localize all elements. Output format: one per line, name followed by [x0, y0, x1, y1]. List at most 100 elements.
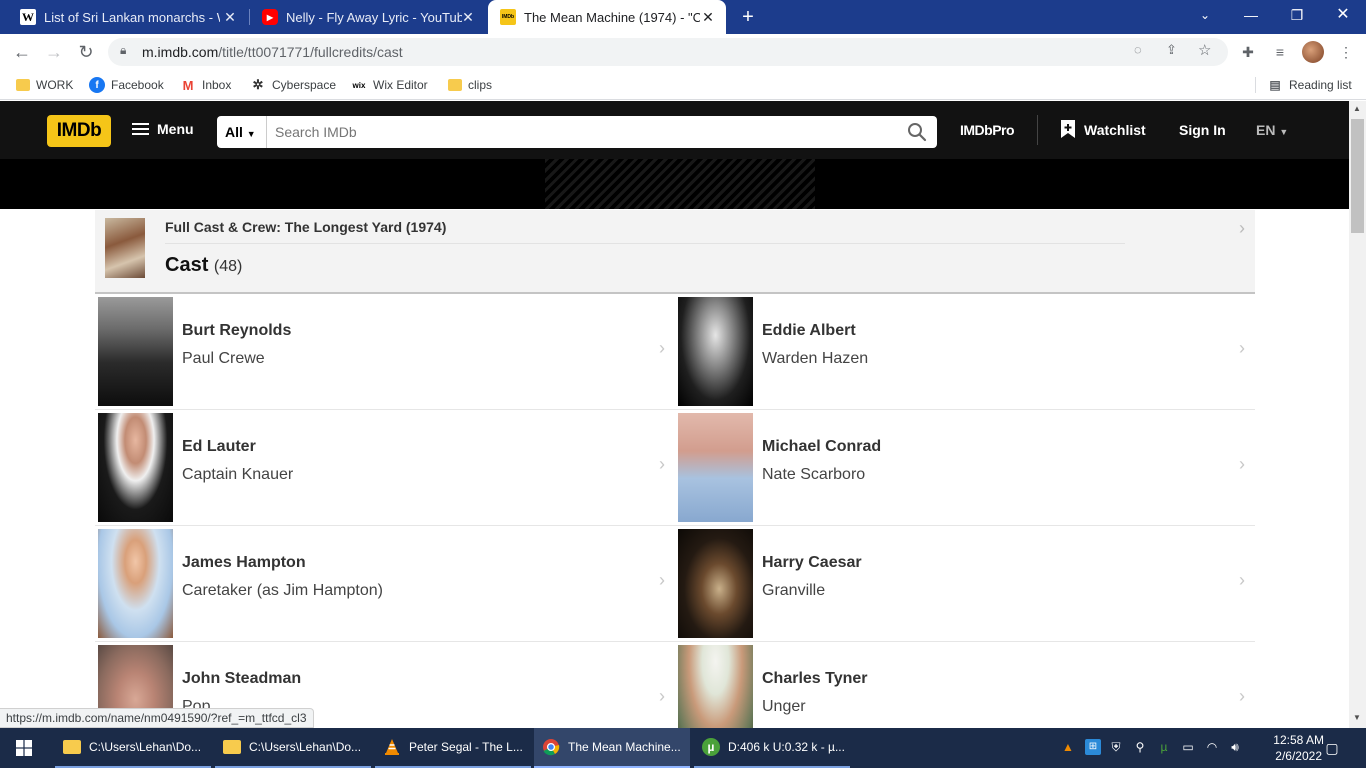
tracking-eye-icon[interactable]: ◌ — [1134, 42, 1142, 57]
usb-tray-icon[interactable]: ⚲ — [1132, 739, 1148, 755]
close-icon[interactable]: ✕ — [222, 9, 238, 25]
sign-in-link[interactable]: Sign In — [1179, 122, 1226, 138]
lock-icon[interactable]: 🔒︎ — [120, 43, 126, 58]
bookmark-work[interactable]: WORK — [16, 76, 73, 94]
character-name: Nate Scarboro — [762, 466, 866, 483]
start-button[interactable] — [0, 728, 48, 768]
tab-title: Nelly - Fly Away Lyric - YouTube — [286, 9, 462, 25]
tab-wikipedia[interactable]: W List of Sri Lankan monarchs - Wik ✕ — [8, 0, 248, 34]
search-input[interactable] — [267, 116, 897, 148]
actor-name: Michael Conrad — [762, 438, 882, 455]
profile-avatar[interactable] — [1302, 41, 1324, 63]
actor-photo — [678, 297, 753, 406]
status-url-tooltip: https://m.imdb.com/name/nm0491590/?ref_=… — [0, 708, 314, 728]
scroll-thumb[interactable] — [1351, 119, 1364, 233]
tab-imdb[interactable]: IMDb The Mean Machine (1974) - "Cas ✕ — [488, 0, 726, 34]
cast-item[interactable]: Michael Conrad Nate Scarboro › — [675, 410, 1255, 526]
close-window-button[interactable]: ✕ — [1320, 0, 1366, 30]
address-bar[interactable]: 🔒︎ m.imdb.com/title/tt0071771/fullcredit… — [108, 38, 1228, 66]
actor-name: John Steadman — [182, 670, 302, 687]
close-icon[interactable]: ✕ — [460, 9, 476, 25]
imdb-logo[interactable]: IMDb — [47, 115, 111, 147]
taskbar-chrome[interactable]: The Mean Machine... — [534, 728, 690, 768]
folder-icon — [448, 79, 462, 91]
character-name: Granville — [762, 582, 826, 599]
reading-list-button[interactable]: ▤ Reading list — [1267, 76, 1351, 94]
minimize-button[interactable]: — — [1228, 0, 1274, 30]
url-text: m.imdb.com/title/tt0071771/fullcredits/c… — [142, 44, 403, 60]
character-name: Paul Crewe — [182, 350, 265, 367]
folder-icon — [223, 740, 241, 754]
imdbpro-link[interactable]: IMDbPro — [960, 122, 1015, 138]
folder-icon — [16, 79, 30, 91]
system-clock[interactable]: 12:58 AM 2/6/2022 — [1273, 732, 1324, 764]
share-icon[interactable]: ⇪ — [1166, 42, 1177, 58]
utorrent-tray-icon[interactable]: µ — [1156, 739, 1172, 755]
chevron-right-icon: › — [1239, 454, 1245, 474]
vlc-icon — [385, 739, 399, 755]
bookmark-facebook[interactable]: f Facebook — [89, 76, 164, 94]
close-icon[interactable]: ✕ — [700, 9, 716, 25]
fullcredits-heading[interactable]: Full Cast & Crew: The Longest Yard (1974… — [95, 210, 1255, 294]
search-icon[interactable] — [907, 122, 927, 142]
language-select[interactable]: EN ▼ — [1256, 122, 1288, 138]
character-name: Unger — [762, 698, 806, 715]
taskbar-vlc[interactable]: Peter Segal - The L... — [375, 728, 531, 768]
volume-icon[interactable]: 🔊︎ — [1227, 739, 1243, 755]
header-banner — [0, 159, 1349, 209]
scroll-down-arrow-icon[interactable]: ▼ — [1353, 713, 1361, 722]
app-tray-icon[interactable]: ⊞ — [1085, 739, 1101, 755]
bookmark-clips[interactable]: clips — [448, 76, 492, 94]
back-icon[interactable]: ← — [8, 40, 36, 64]
taskbar-explorer-2[interactable]: C:\Users\Lehan\Do... — [215, 728, 371, 768]
taskbar-explorer-1[interactable]: C:\Users\Lehan\Do... — [55, 728, 211, 768]
cast-heading: Cast (48) — [165, 254, 243, 276]
cast-count: (48) — [213, 258, 243, 275]
vlc-tray-icon[interactable]: ▲ — [1060, 739, 1076, 755]
actor-name: Eddie Albert — [762, 322, 856, 339]
bookmark-inbox[interactable]: M Inbox — [180, 76, 232, 94]
bookmark-star-icon[interactable]: ☆ — [1198, 41, 1211, 59]
cast-item[interactable]: Burt Reynolds Paul Crewe › — [95, 294, 675, 410]
more-options-icon[interactable]: ⋮ — [1336, 42, 1356, 62]
actor-name: Burt Reynolds — [182, 322, 292, 339]
actor-name: Charles Tyner — [762, 670, 868, 687]
search-bar: All ▼ — [217, 116, 937, 148]
cast-item[interactable]: Ed Lauter Captain Knauer › — [95, 410, 675, 526]
caret-down-icon: ▼ — [246, 129, 256, 139]
cast-item[interactable]: Harry Caesar Granville › — [675, 526, 1255, 642]
new-tab-button[interactable]: + — [737, 6, 759, 28]
scroll-up-arrow-icon[interactable]: ▲ — [1353, 104, 1361, 113]
media-control-icon[interactable]: ≡ — [1270, 42, 1290, 62]
imdb-header: IMDb Menu All ▼ IMDbPro Watchlist Sign I… — [0, 101, 1349, 159]
gmail-icon: M — [182, 77, 194, 93]
watchlist-button[interactable]: Watchlist — [1061, 120, 1146, 138]
bookmarks-bar: WORK f Facebook M Inbox ✲ Cyberspace wix… — [0, 70, 1366, 100]
movie-poster[interactable] — [105, 218, 145, 278]
security-tray-icon[interactable]: ⛨ — [1108, 739, 1124, 755]
taskbar-utorrent[interactable]: µ D:406 k U:0.32 k - µ... — [694, 728, 850, 768]
cast-item[interactable]: James Hampton Caretaker (as Jim Hampton)… — [95, 526, 675, 642]
cast-item[interactable]: Eddie Albert Warden Hazen › — [675, 294, 1255, 410]
wix-icon: wix — [352, 80, 366, 90]
fullcast-title: Full Cast & Crew: The Longest Yard (1974… — [165, 219, 447, 235]
bookmark-wix-editor[interactable]: wix Wix Editor — [351, 76, 428, 94]
extensions-icon[interactable]: ✚ — [1238, 42, 1258, 62]
character-name: Warden Hazen — [762, 350, 869, 367]
youtube-icon: ▶ — [262, 9, 278, 25]
reload-icon[interactable]: ↻ — [72, 40, 100, 64]
tab-search-icon[interactable]: ⌄ — [1182, 0, 1228, 30]
notification-icon[interactable]: ▢ — [1324, 740, 1340, 756]
restore-button[interactable]: ❐ — [1274, 0, 1320, 30]
bookmark-cyberspace[interactable]: ✲ Cyberspace — [250, 76, 336, 94]
forward-icon[interactable]: → — [40, 40, 68, 64]
chevron-right-icon: › — [1239, 338, 1245, 358]
page-scrollbar[interactable]: ▲ ▼ — [1349, 101, 1366, 728]
windows-taskbar: C:\Users\Lehan\Do... C:\Users\Lehan\Do..… — [0, 728, 1366, 768]
tab-youtube[interactable]: ▶ Nelly - Fly Away Lyric - YouTube ✕ — [250, 0, 486, 34]
browser-toolbar: ← → ↻ 🔒︎ m.imdb.com/title/tt0071771/full… — [0, 34, 1366, 70]
wifi-icon[interactable]: ◠ — [1204, 739, 1220, 755]
search-category-select[interactable]: All ▼ — [217, 116, 267, 148]
menu-button[interactable]: Menu — [132, 120, 194, 138]
battery-icon[interactable]: ▭ — [1180, 739, 1196, 755]
